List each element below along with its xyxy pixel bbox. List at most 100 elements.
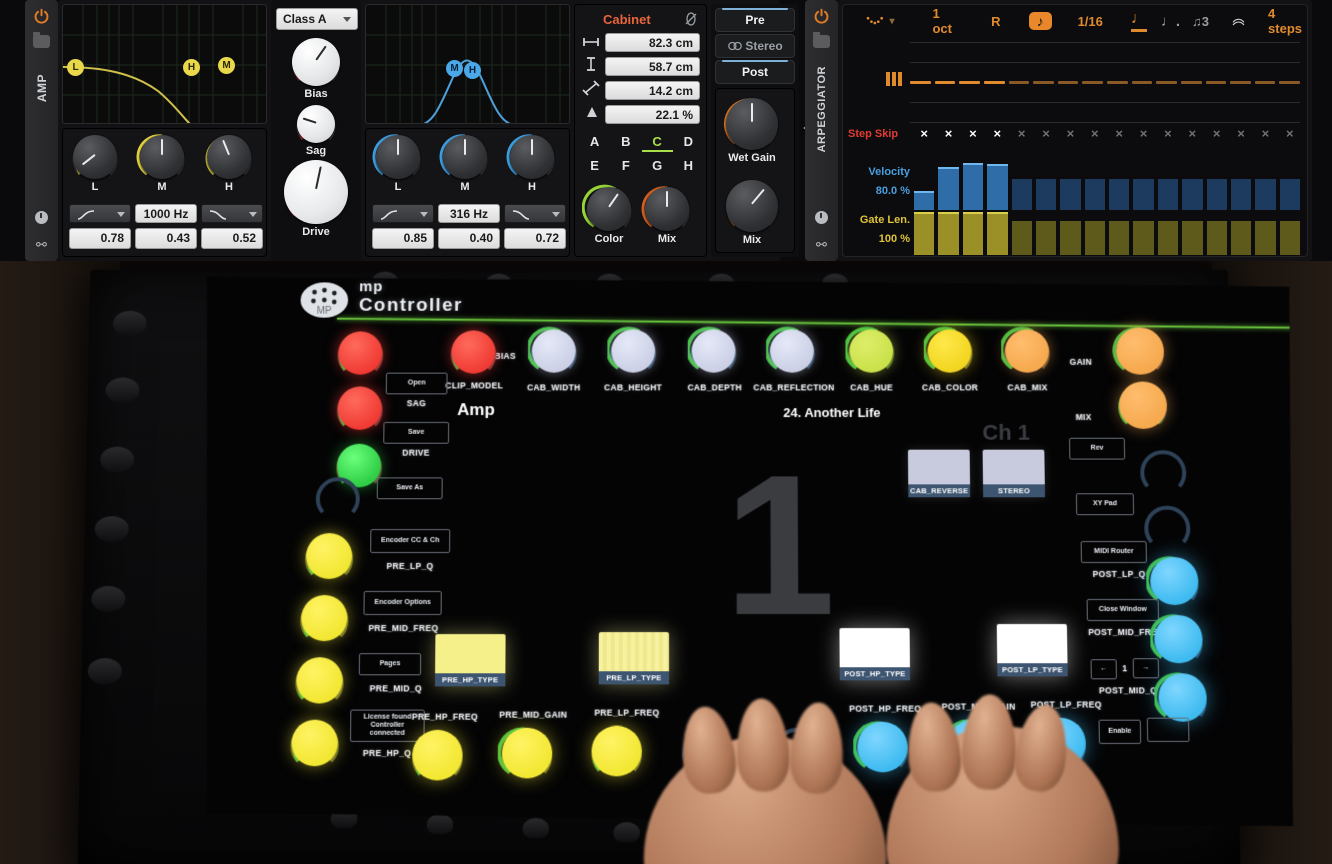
clock-icon[interactable] [815, 211, 828, 224]
key-icon[interactable]: ⚯ [816, 238, 827, 251]
knob-pre-hp-q[interactable] [287, 716, 342, 771]
velocity-bar[interactable] [1035, 179, 1057, 210]
gate-bar[interactable] [938, 212, 959, 255]
step-skip-mark[interactable]: × [963, 126, 983, 141]
knob-cab-depth[interactable] [688, 325, 740, 376]
button-aux[interactable] [1147, 718, 1190, 742]
velocity-bar[interactable] [914, 191, 935, 210]
pad-stereo[interactable]: STEREO [983, 450, 1045, 498]
post-eq-freq-field[interactable]: 316 Hz [438, 204, 500, 223]
velocity-bar[interactable] [1182, 179, 1203, 210]
knob-cab-mix[interactable] [1001, 325, 1053, 376]
gate-bar[interactable] [1255, 221, 1276, 255]
arp-note-segment[interactable] [934, 81, 956, 84]
arp-note-segment[interactable] [1107, 81, 1128, 84]
post-eq-knob-h[interactable]: H [506, 134, 555, 193]
pad-post-hp-type[interactable]: POST_HP_TYPE [839, 628, 910, 680]
cabinet-slot-g[interactable]: G [642, 157, 673, 174]
chevron-down-icon[interactable]: ▾ [889, 16, 894, 27]
cabinet-slot-d[interactable]: D [673, 133, 704, 152]
button-midi-router[interactable]: MIDI Router [1081, 541, 1147, 563]
gate-bar[interactable] [962, 212, 984, 255]
wet-gain-knob[interactable]: Wet Gain [724, 98, 778, 164]
arp-note-segment[interactable] [1156, 81, 1177, 84]
velocity-bar[interactable] [1230, 179, 1252, 210]
post-eq-knob-l[interactable]: L [372, 134, 421, 193]
arp-steps[interactable]: 4 steps [1268, 6, 1302, 36]
knob-pre-lp-q[interactable] [302, 529, 357, 583]
post-button[interactable]: Post [715, 60, 795, 84]
gate-bar[interactable] [1133, 221, 1154, 255]
velocity-bar[interactable] [987, 164, 1008, 210]
cabinet-reflection-field[interactable]: 22.1 % [605, 105, 700, 124]
eq-node-m[interactable]: M [218, 57, 235, 74]
knob-cab-color[interactable] [924, 325, 976, 376]
folder-icon[interactable] [813, 32, 830, 48]
folder-icon[interactable] [33, 32, 50, 48]
arp-note-plain[interactable]: ♩ [1130, 10, 1147, 32]
post-eq-lowshelf-select[interactable] [372, 204, 434, 223]
pad-cab-reverse[interactable]: CAB_REVERSE [908, 450, 970, 498]
post-eq-highshelf-select[interactable] [504, 204, 566, 223]
arp-note-dotted[interactable]: ♩. [1161, 13, 1180, 30]
pad-pre-hp-type[interactable]: PRE_HP_TYPE [435, 634, 506, 686]
arp-note-segment[interactable] [1082, 81, 1103, 84]
gate-bar[interactable] [1279, 221, 1300, 255]
step-skip-mark[interactable]: × [938, 126, 958, 141]
post-eq-graph[interactable]: M H [365, 4, 570, 124]
step-skip-mark[interactable]: × [1280, 126, 1300, 141]
clock-icon[interactable] [35, 211, 48, 224]
cabinet-height-field[interactable]: 58.7 cm [605, 57, 700, 76]
arp-octave[interactable]: 1 oct [932, 6, 953, 36]
knob-pre-mid-q[interactable] [292, 653, 347, 707]
button-enable[interactable]: Enable [1099, 720, 1142, 744]
step-skip-mark[interactable]: × [1133, 126, 1153, 141]
phase-null-icon[interactable] [684, 12, 698, 26]
pre-eq-knob-h[interactable]: H [205, 135, 252, 193]
velocity-bar[interactable] [1011, 179, 1032, 210]
knob-bias-red[interactable] [334, 327, 386, 378]
eq-node-h[interactable]: H [183, 59, 200, 76]
step-skip-mark[interactable]: × [1085, 126, 1105, 141]
arp-note-segment[interactable] [1254, 81, 1276, 84]
button-rev[interactable]: Rev [1069, 438, 1125, 460]
velocity-value[interactable]: 80.0 % [848, 185, 910, 197]
cabinet-slot-e[interactable]: E [579, 157, 610, 174]
velocity-bar[interactable] [1157, 179, 1179, 210]
knob-pre-mid-gain[interactable] [498, 724, 557, 783]
stereo-button[interactable]: Stereo [715, 34, 795, 58]
pre-button[interactable]: Pre [715, 8, 795, 32]
pre-eq-lowshelf-select[interactable] [69, 204, 131, 223]
step-skip-mark[interactable]: × [1182, 126, 1202, 141]
velocity-bar[interactable] [962, 162, 984, 210]
keyboard-icon[interactable] [884, 70, 904, 88]
cabinet-slot-f[interactable]: F [610, 157, 641, 174]
velocity-bar[interactable] [1109, 179, 1130, 210]
cabinet-color-knob[interactable]: Color [582, 184, 632, 245]
pre-eq-value-l[interactable]: 0.78 [69, 228, 131, 249]
velocity-bar[interactable] [1279, 179, 1300, 210]
arp-note-segment[interactable] [983, 81, 1005, 84]
pre-eq-highshelf-select[interactable] [201, 204, 263, 223]
step-skip-mark[interactable]: × [1231, 126, 1251, 141]
arp-note-triplet[interactable]: ♫3 [1192, 14, 1209, 29]
power-icon[interactable] [813, 8, 830, 25]
velocity-bar[interactable] [1133, 179, 1154, 210]
arp-rate[interactable]: 1/16 [1078, 14, 1103, 29]
drive-knob[interactable]: Drive [284, 160, 348, 238]
step-skip-mark[interactable]: × [1207, 126, 1227, 141]
step-skip-mark[interactable]: × [1036, 126, 1056, 141]
cabinet-mix-knob[interactable]: Mix [641, 186, 690, 245]
knob-cab-width[interactable] [528, 325, 580, 376]
knob-pre-mid-freq[interactable] [297, 591, 352, 645]
eq-node-l[interactable]: L [67, 59, 84, 76]
swing-icon[interactable] [1231, 13, 1246, 29]
knob-gain[interactable] [1112, 324, 1169, 379]
gate-bar[interactable] [914, 212, 935, 255]
gate-bar[interactable] [1230, 221, 1252, 255]
gate-bar[interactable] [987, 212, 1008, 255]
arp-note-segment[interactable] [1180, 81, 1202, 84]
pre-eq-freq-field[interactable]: 1000 Hz [135, 204, 197, 223]
arp-note-grid[interactable] [910, 38, 1300, 124]
post-eq-knob-m[interactable]: M [439, 134, 488, 193]
